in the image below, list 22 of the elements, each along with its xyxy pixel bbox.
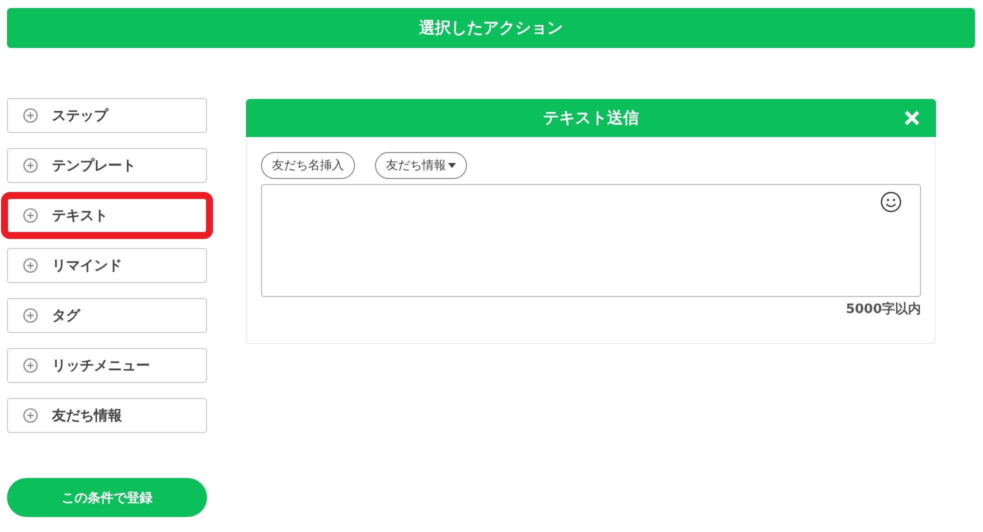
caret-icon xyxy=(448,163,456,168)
plus-icon xyxy=(23,408,38,423)
plus-icon xyxy=(23,108,38,123)
plus-icon xyxy=(23,258,38,273)
action-item[interactable]: タグ xyxy=(7,298,207,333)
smiley-icon[interactable] xyxy=(880,191,902,213)
close-icon[interactable] xyxy=(904,110,920,126)
action-item[interactable]: リッチメニュー xyxy=(7,348,207,383)
plus-icon xyxy=(23,358,38,373)
message-field[interactable] xyxy=(261,184,921,297)
plus-icon xyxy=(23,308,38,323)
action-item[interactable]: 友だち情報 xyxy=(7,398,207,433)
section-header: 選択したアクション xyxy=(7,8,975,48)
insert-button[interactable]: 友だち名挿入 xyxy=(261,152,355,179)
insert-button[interactable]: 友だち情報 xyxy=(375,152,467,179)
char-limit-text: 5000字以内 xyxy=(844,300,921,318)
plus-icon xyxy=(23,158,38,173)
plus-icon xyxy=(23,208,38,223)
action-item[interactable]: ステップ xyxy=(7,98,207,133)
panel-title: テキスト送信 xyxy=(543,108,639,128)
action-item[interactable]: テンプレート xyxy=(7,148,207,183)
action-item[interactable]: リマインド xyxy=(7,248,207,283)
